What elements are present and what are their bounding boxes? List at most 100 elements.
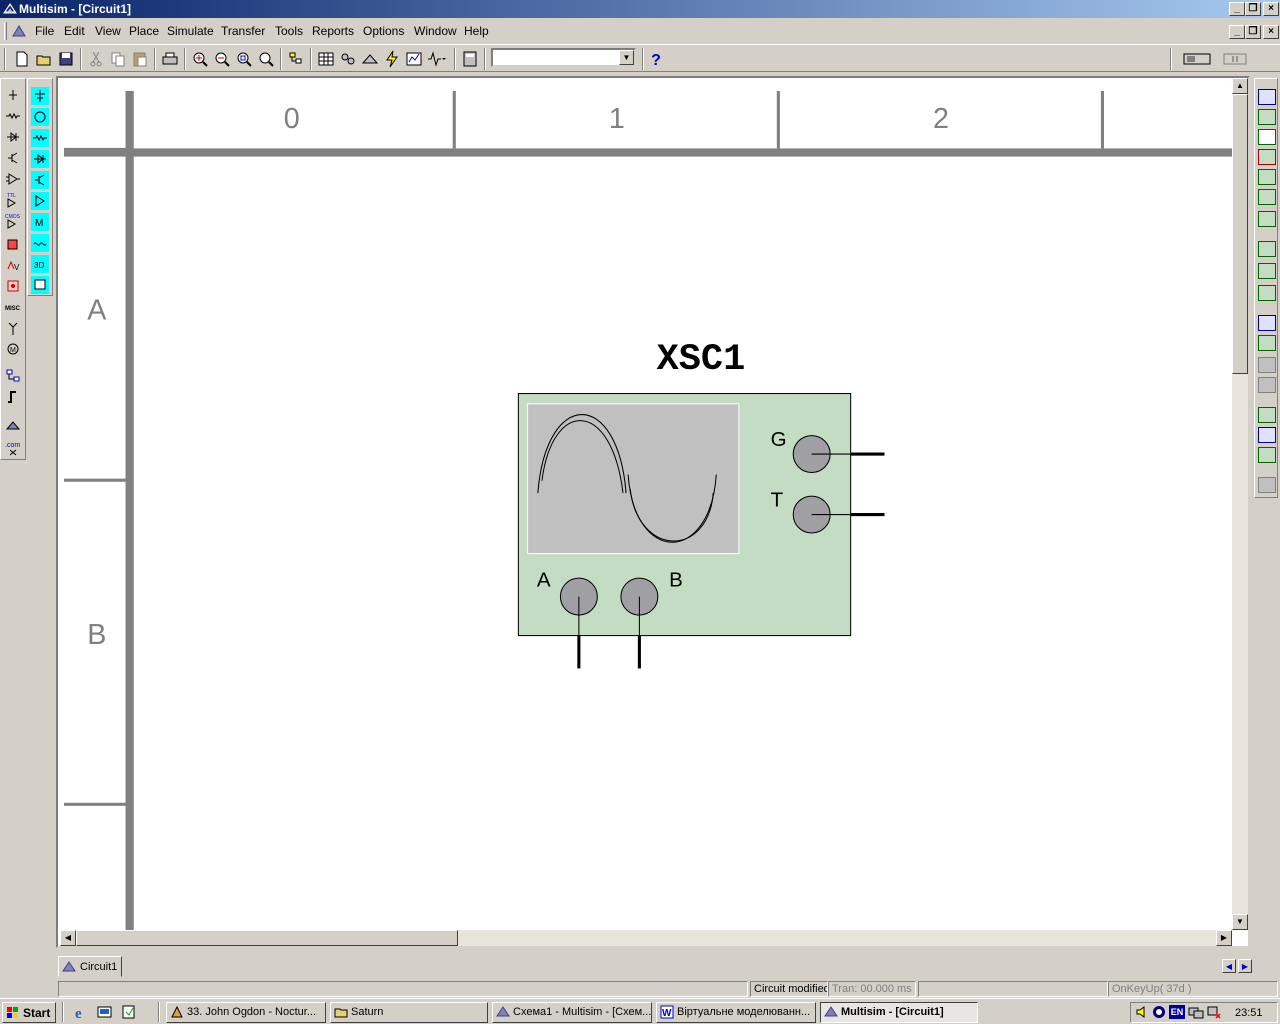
logic-converter-icon[interactable] (1258, 285, 1276, 301)
minimize-button[interactable]: _ (1229, 2, 1245, 16)
virtual-misc-icon[interactable]: M (31, 213, 49, 231)
agilent-oscilloscope-icon[interactable] (1258, 447, 1276, 463)
close-button[interactable]: × (1263, 2, 1279, 16)
virtual-power-icon[interactable] (31, 87, 49, 105)
transistor-icon[interactable] (4, 149, 22, 167)
scroll-left-icon[interactable]: ◀ (60, 930, 76, 946)
cut-scissors-icon[interactable] (86, 49, 106, 69)
virtual-signal-source-icon[interactable] (31, 108, 49, 126)
cmos-icon[interactable]: CMOS (4, 212, 22, 230)
copy-icon[interactable] (108, 49, 128, 69)
agilent-multimeter-icon[interactable] (1258, 427, 1276, 443)
zoom-fit-icon[interactable] (256, 49, 276, 69)
new-file-icon[interactable] (12, 49, 32, 69)
quick-launch-media-icon[interactable] (120, 1004, 138, 1020)
mdi-close-button[interactable]: × (1263, 25, 1279, 39)
mixed-icon[interactable]: V (4, 256, 22, 274)
place-wire-icon[interactable] (4, 388, 22, 406)
task-saturn[interactable]: Saturn (330, 1002, 488, 1023)
project-view-icon[interactable] (286, 49, 306, 69)
task-multisim-schema1[interactable]: Схема1 - Multisim - [Схем... (492, 1002, 652, 1023)
power-source-icon[interactable] (4, 86, 22, 104)
mdi-minimize-button[interactable]: _ (1229, 25, 1245, 39)
task-word-document[interactable]: W Віртуальне моделюванн... (656, 1002, 816, 1023)
network-analyzer-icon[interactable] (1258, 377, 1276, 393)
basic-resistor-icon[interactable] (4, 107, 22, 125)
menu-simulate[interactable]: Simulate (167, 24, 214, 38)
show-desktop-icon[interactable] (96, 1004, 114, 1020)
network-tray-icon[interactable] (1188, 1005, 1204, 1019)
function-generator-icon[interactable] (1258, 109, 1276, 125)
open-folder-icon[interactable] (34, 49, 54, 69)
task-multisim-circuit1[interactable]: Multisim - [Circuit1] (820, 1002, 978, 1023)
word-generator-icon[interactable] (1258, 241, 1276, 257)
save-disk-icon[interactable] (56, 49, 76, 69)
menu-window[interactable]: Window (414, 24, 457, 38)
electromechanical-icon[interactable]: M (4, 340, 22, 358)
tab-circuit1[interactable]: Circuit1 (58, 956, 122, 977)
multimeter-icon[interactable] (1258, 89, 1276, 105)
virtual-measurement-icon[interactable] (31, 234, 49, 252)
zoom-area-icon[interactable] (234, 49, 254, 69)
create-component-icon[interactable] (360, 49, 380, 69)
virtual-rated-icon[interactable]: 3D (31, 255, 49, 273)
zoom-in-icon[interactable] (190, 49, 210, 69)
print-icon[interactable] (160, 49, 180, 69)
restore-button[interactable]: ❐ (1245, 2, 1261, 16)
ttl-icon[interactable]: TTL (4, 191, 22, 209)
diode-icon[interactable] (4, 128, 22, 146)
vertical-scroll-thumb[interactable] (1232, 94, 1248, 374)
virtual-basic-icon[interactable] (31, 129, 49, 147)
oscilloscope-xsc1[interactable]: XSC1 G T A B (517, 339, 885, 669)
paste-icon[interactable] (130, 49, 150, 69)
spectrum-analyzer-icon[interactable] (1258, 357, 1276, 373)
zoom-out-icon[interactable] (212, 49, 232, 69)
iv-analyzer-icon[interactable] (1258, 315, 1276, 331)
tab-scroll-left-icon[interactable]: ◀ (1222, 959, 1236, 973)
indicator-icon[interactable] (4, 277, 22, 295)
chevron-down-icon[interactable]: ▼ (619, 50, 634, 65)
menu-tools[interactable]: Tools (275, 24, 303, 38)
hierarchical-block-icon[interactable] (4, 367, 22, 385)
menu-options[interactable]: Options (363, 24, 404, 38)
oscilloscope-instrument-icon[interactable] (1258, 149, 1276, 165)
antivirus-tray-icon[interactable] (1152, 1005, 1166, 1019)
scroll-up-icon[interactable]: ▲ (1232, 78, 1248, 94)
rf-antenna-icon[interactable] (4, 319, 22, 337)
misc-icon[interactable]: MISC (4, 298, 22, 316)
wattmeter-icon[interactable] (1258, 129, 1276, 145)
tab-scroll-right-icon[interactable]: ▶ (1238, 959, 1252, 973)
vertical-scrollbar[interactable]: ▲ ▼ (1232, 78, 1248, 930)
virtual-3d-icon[interactable] (31, 276, 49, 294)
volume-speaker-icon[interactable] (1135, 1005, 1149, 1019)
help-question-icon[interactable]: ? (646, 49, 666, 69)
simulate-lightning-icon[interactable] (382, 49, 402, 69)
bode-plotter-icon[interactable] (1258, 189, 1276, 205)
grapher-icon[interactable] (404, 49, 424, 69)
misc-digital-icon[interactable] (4, 235, 22, 253)
menu-view[interactable]: View (95, 24, 121, 38)
analog-opamp-icon[interactable] (4, 170, 22, 188)
menu-file[interactable]: File (35, 24, 54, 38)
edacentral-icon[interactable] (4, 417, 22, 435)
disconnected-tray-icon[interactable] (1207, 1005, 1221, 1019)
spreadsheet-icon[interactable] (316, 49, 336, 69)
menu-place[interactable]: Place (129, 24, 159, 38)
simulation-switch-icon[interactable] (1182, 49, 1212, 69)
in-use-list-combo[interactable]: ▼ (491, 48, 636, 67)
task-winamp[interactable]: 33. John Ogdon - Noctur... (166, 1002, 326, 1023)
virtual-diode-icon[interactable] (31, 150, 49, 168)
mdi-restore-button[interactable]: ❐ (1245, 25, 1261, 39)
scroll-right-icon[interactable]: ▶ (1216, 930, 1232, 946)
measurement-probe-icon[interactable] (1258, 477, 1276, 493)
logic-analyzer-icon[interactable] (1258, 263, 1276, 279)
frequency-counter-icon[interactable] (1258, 211, 1276, 227)
circuit-workspace[interactable]: 0 1 2 3 A B C XSC1 G T A (56, 76, 1250, 948)
electronicsworkbench-com-icon[interactable]: .com (4, 439, 22, 457)
distortion-analyzer-icon[interactable] (1258, 335, 1276, 351)
scroll-down-icon[interactable]: ▼ (1232, 914, 1248, 930)
horizontal-scrollbar[interactable]: ◀ ▶ (60, 930, 1232, 946)
virtual-transistor-icon[interactable] (31, 171, 49, 189)
menu-transfer[interactable]: Transfer (221, 24, 265, 38)
language-indicator[interactable]: EN (1169, 1005, 1185, 1019)
